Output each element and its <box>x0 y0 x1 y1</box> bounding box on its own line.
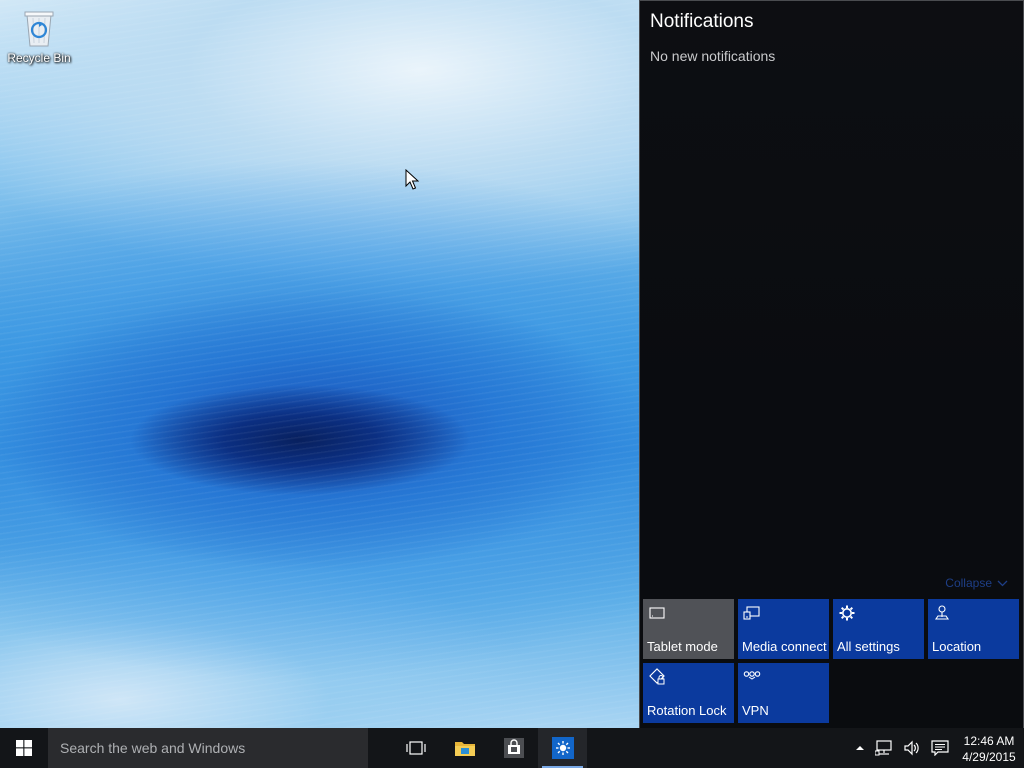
quick-action-tablet-mode[interactable]: Tablet mode <box>643 599 734 659</box>
desktop-icon-label: Recycle Bin <box>7 51 71 65</box>
quick-action-label: All settings <box>837 639 900 654</box>
clock[interactable]: 12:46 AM 4/29/2015 <box>954 731 1024 765</box>
network-button[interactable] <box>870 728 898 768</box>
quick-action-label: Rotation Lock <box>647 703 727 718</box>
show-hidden-icons-button[interactable] <box>850 728 870 768</box>
chevron-up-icon <box>856 746 864 750</box>
search-input[interactable]: Search the web and Windows <box>48 728 368 768</box>
clock-time: 12:46 AM <box>963 734 1015 748</box>
volume-icon <box>904 740 919 756</box>
taskbar-app-settings[interactable] <box>538 728 587 768</box>
quick-action-label: VPN <box>742 703 769 718</box>
desktop-icon-recycle-bin[interactable]: Recycle Bin <box>4 6 74 74</box>
taskbar: Search the web and Windows 12:46 AM 4/29… <box>0 728 1024 768</box>
search-placeholder: Search the web and Windows <box>60 740 246 756</box>
quick-action-location[interactable]: Location <box>928 599 1019 659</box>
quick-action-rotation-lock[interactable]: Rotation Lock <box>643 663 734 723</box>
chevron-down-icon <box>997 580 1008 586</box>
quick-action-vpn[interactable]: VPN <box>738 663 829 723</box>
quick-action-media-connect[interactable]: Media connect <box>738 599 829 659</box>
taskbar-app-store[interactable] <box>489 728 538 768</box>
quick-action-label: Tablet mode <box>647 639 718 654</box>
rotation-lock-icon <box>649 668 665 685</box>
action-center-panel: Notifications No new notifications Colla… <box>639 0 1024 728</box>
collapse-button[interactable]: Collapse <box>945 576 1008 590</box>
settings-app-icon <box>551 737 574 759</box>
volume-button[interactable] <box>898 728 926 768</box>
vpn-icon <box>743 671 761 680</box>
quick-action-all-settings[interactable]: All settings <box>833 599 924 659</box>
windows-logo-icon <box>16 740 32 756</box>
media-connect-icon <box>743 606 760 620</box>
task-view-button[interactable] <box>391 728 440 768</box>
no-notifications-message: No new notifications <box>650 48 776 64</box>
network-icon <box>875 740 892 756</box>
quick-action-label: Media connect <box>742 639 827 654</box>
taskbar-app-file-explorer[interactable] <box>440 728 489 768</box>
tablet-mode-icon <box>649 607 665 619</box>
start-button[interactable] <box>0 728 48 768</box>
store-icon <box>503 738 524 758</box>
collapse-label: Collapse <box>945 576 992 590</box>
action-center-button[interactable] <box>926 728 954 768</box>
quick-actions-grid: Tablet mode Media connect All settings L… <box>643 599 1023 723</box>
quick-action-label: Location <box>932 639 982 654</box>
recycle-bin-icon <box>24 11 54 47</box>
action-center-icon <box>931 740 949 756</box>
clock-date: 4/29/2015 <box>962 750 1016 764</box>
file-explorer-icon <box>454 742 475 756</box>
system-tray: 12:46 AM 4/29/2015 <box>850 728 1024 768</box>
gear-icon <box>839 605 855 621</box>
mouse-cursor-icon <box>405 169 419 190</box>
location-icon <box>934 605 950 620</box>
action-center-title: Notifications <box>650 11 754 32</box>
task-view-icon <box>405 741 426 755</box>
